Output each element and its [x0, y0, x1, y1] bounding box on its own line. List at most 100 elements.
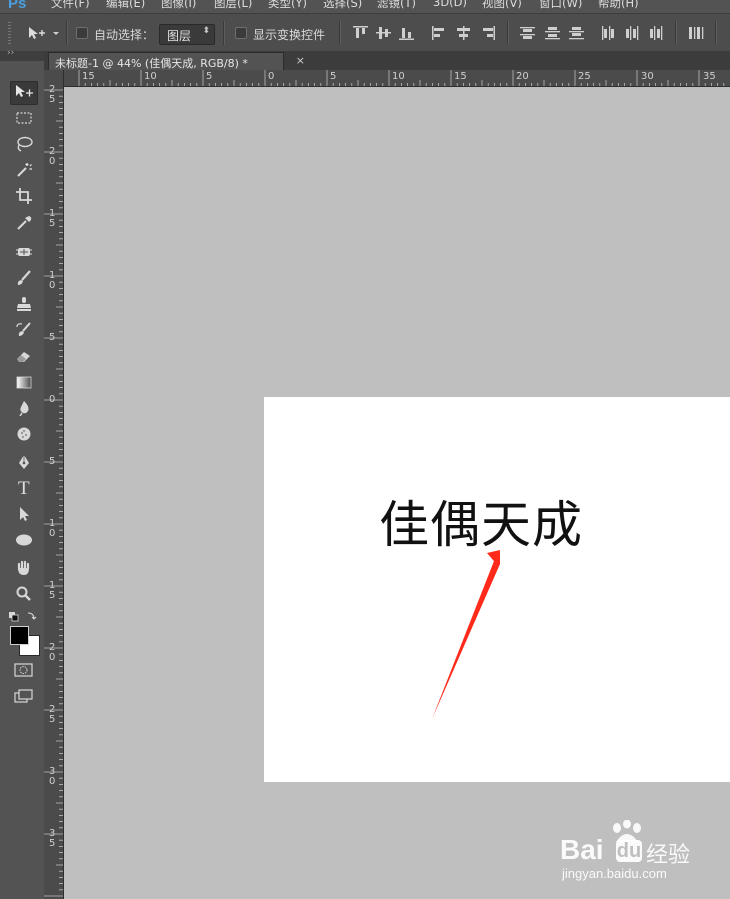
ruler-label: 5 — [330, 71, 337, 82]
clone-stamp-tool[interactable] — [10, 293, 38, 317]
eyedropper-tool[interactable] — [10, 211, 38, 235]
hand-tool[interactable] — [10, 557, 38, 581]
type-tool-icon: T — [18, 478, 30, 499]
dodge-tool[interactable] — [10, 423, 38, 447]
dodge-tool-icon — [17, 427, 31, 441]
history-brush-tool[interactable] — [10, 319, 38, 343]
menu-bar: Ps 文件(F) 编辑(E) 图像(I) 图层(L) 类型(Y) 选择(S) 滤… — [0, 0, 730, 13]
path-selection-tool-icon — [20, 507, 29, 521]
blur-tool[interactable] — [10, 397, 38, 421]
move-tool-preset-icon — [29, 27, 59, 39]
auto-select-target-select[interactable]: 图层 ⬍ — [159, 24, 215, 45]
separator — [66, 21, 68, 45]
healing-brush-tool-icon — [16, 248, 32, 256]
align-top-edges-icon[interactable] — [353, 26, 368, 40]
ruler-label: 20 — [49, 642, 56, 663]
menu-help[interactable]: 帮助(H) — [598, 0, 639, 11]
brush-tool[interactable] — [10, 267, 38, 291]
gradient-tool[interactable] — [10, 371, 38, 395]
eraser-tool[interactable] — [10, 345, 38, 369]
crop-tool[interactable] — [10, 185, 38, 209]
document-tab-title: 未标题-1 @ 44% (佳偶天成, RGB/8) * — [55, 57, 248, 70]
tools-panel-header[interactable]: ›› — [0, 48, 44, 61]
quick-mask-icon[interactable] — [14, 662, 34, 678]
close-tab-icon[interactable]: × — [296, 54, 305, 67]
menu-window[interactable]: 窗口(W) — [539, 0, 582, 11]
ruler-label: 30 — [49, 766, 56, 787]
screen-mode-icon[interactable] — [14, 688, 34, 704]
foreground-color-swatch[interactable] — [10, 626, 29, 645]
marquee-tool[interactable] — [10, 107, 38, 131]
auto-align-layers-icon[interactable] — [689, 26, 704, 40]
distribute-top-edges-icon[interactable] — [520, 26, 535, 40]
default-colors-icon[interactable] — [9, 610, 39, 622]
options-bar-grip[interactable] — [8, 22, 11, 44]
baidu-jingyan-watermark: Bai du 经验 jingyan.baidu.com — [560, 820, 730, 890]
document-tab[interactable]: 未标题-1 @ 44% (佳偶天成, RGB/8) * × — [48, 52, 305, 71]
separator — [339, 21, 341, 45]
magic-wand-tool[interactable] — [10, 159, 38, 183]
menu-file[interactable]: 文件(F) — [51, 0, 90, 11]
distribute-bottom-edges-icon[interactable] — [569, 26, 584, 40]
vertical-ruler[interactable]: 25 20 15 10 5 0 5 10 15 20 25 30 35 — [44, 70, 64, 899]
options-bar: 自动选择： 图层 ⬍ 显示变换控件 — [0, 13, 730, 53]
distribute-horizontal-centers-icon[interactable] — [625, 26, 640, 40]
align-right-edges-icon[interactable] — [480, 26, 495, 40]
distribute-right-edges-icon[interactable] — [649, 26, 664, 40]
tool-preset-picker[interactable] — [26, 24, 62, 42]
menu-view[interactable]: 视图(V) — [482, 0, 522, 11]
menu-image[interactable]: 图像(I) — [161, 0, 196, 11]
ruler-label: 20 — [516, 71, 529, 82]
history-brush-tool-icon — [16, 322, 31, 336]
ruler-label: 35 — [703, 71, 716, 82]
ruler-label: 25 — [578, 71, 591, 82]
align-left-edges-icon[interactable] — [432, 26, 447, 40]
ruler-label: 10 — [144, 71, 157, 82]
separator — [675, 21, 677, 45]
distribute-vertical-centers-icon[interactable] — [545, 26, 560, 40]
show-transform-controls-checkbox[interactable] — [235, 27, 247, 39]
distribute-left-edges-icon[interactable] — [601, 26, 616, 40]
align-bottom-edges-icon[interactable] — [399, 26, 414, 40]
layer-select-value: 图层 — [167, 29, 192, 43]
marquee-tool-icon — [16, 112, 32, 124]
menu-edit[interactable]: 编辑(E) — [106, 0, 145, 11]
type-tool[interactable]: T — [10, 477, 38, 501]
healing-brush-tool[interactable] — [10, 241, 38, 265]
menu-layer[interactable]: 图层(L) — [214, 0, 252, 11]
path-selection-tool[interactable] — [10, 503, 38, 527]
zoom-tool-icon — [16, 586, 31, 601]
ruler-label: 25 — [49, 704, 56, 725]
move-tool[interactable] — [10, 81, 38, 105]
watermark-brand-du: du — [616, 840, 642, 862]
magic-wand-tool-icon — [17, 163, 32, 177]
watermark-url: jingyan.baidu.com — [562, 866, 667, 881]
ruler-label: 15 — [454, 71, 467, 82]
app-logo: Ps — [8, 0, 27, 12]
ellipse-tool[interactable] — [10, 529, 38, 553]
red-annotation-arrow — [432, 550, 500, 719]
menu-3d[interactable]: 3D(D) — [433, 0, 467, 9]
horizontal-ruler[interactable]: 15 10 5 0 5 10 15 20 25 30 35 — [63, 70, 730, 87]
gradient-tool-icon — [16, 376, 32, 389]
hand-tool-icon — [17, 560, 30, 575]
menu-filter[interactable]: 滤镜(T) — [377, 0, 416, 11]
pen-tool[interactable] — [10, 451, 38, 475]
auto-select-checkbox[interactable] — [76, 27, 88, 39]
document-canvas[interactable]: 佳偶天成 — [264, 397, 730, 782]
move-tool-icon — [16, 85, 33, 97]
ruler-label: 5 — [49, 456, 56, 467]
ruler-label: 20 — [49, 146, 56, 167]
align-vertical-centers-icon[interactable] — [376, 26, 391, 40]
menu-type[interactable]: 类型(Y) — [268, 0, 307, 11]
clone-stamp-tool-icon — [17, 297, 31, 311]
blur-tool-icon — [19, 401, 29, 416]
show-transform-controls-label: 显示变换控件 — [253, 28, 326, 42]
menu-select[interactable]: 选择(S) — [323, 0, 362, 11]
ellipse-tool-icon — [16, 534, 32, 546]
zoom-tool[interactable] — [10, 583, 38, 607]
collapse-panel-icon[interactable]: ›› — [7, 48, 14, 58]
lasso-tool[interactable] — [10, 133, 38, 157]
align-horizontal-centers-icon[interactable] — [456, 26, 471, 40]
tools-panel: ›› T — [0, 48, 45, 899]
